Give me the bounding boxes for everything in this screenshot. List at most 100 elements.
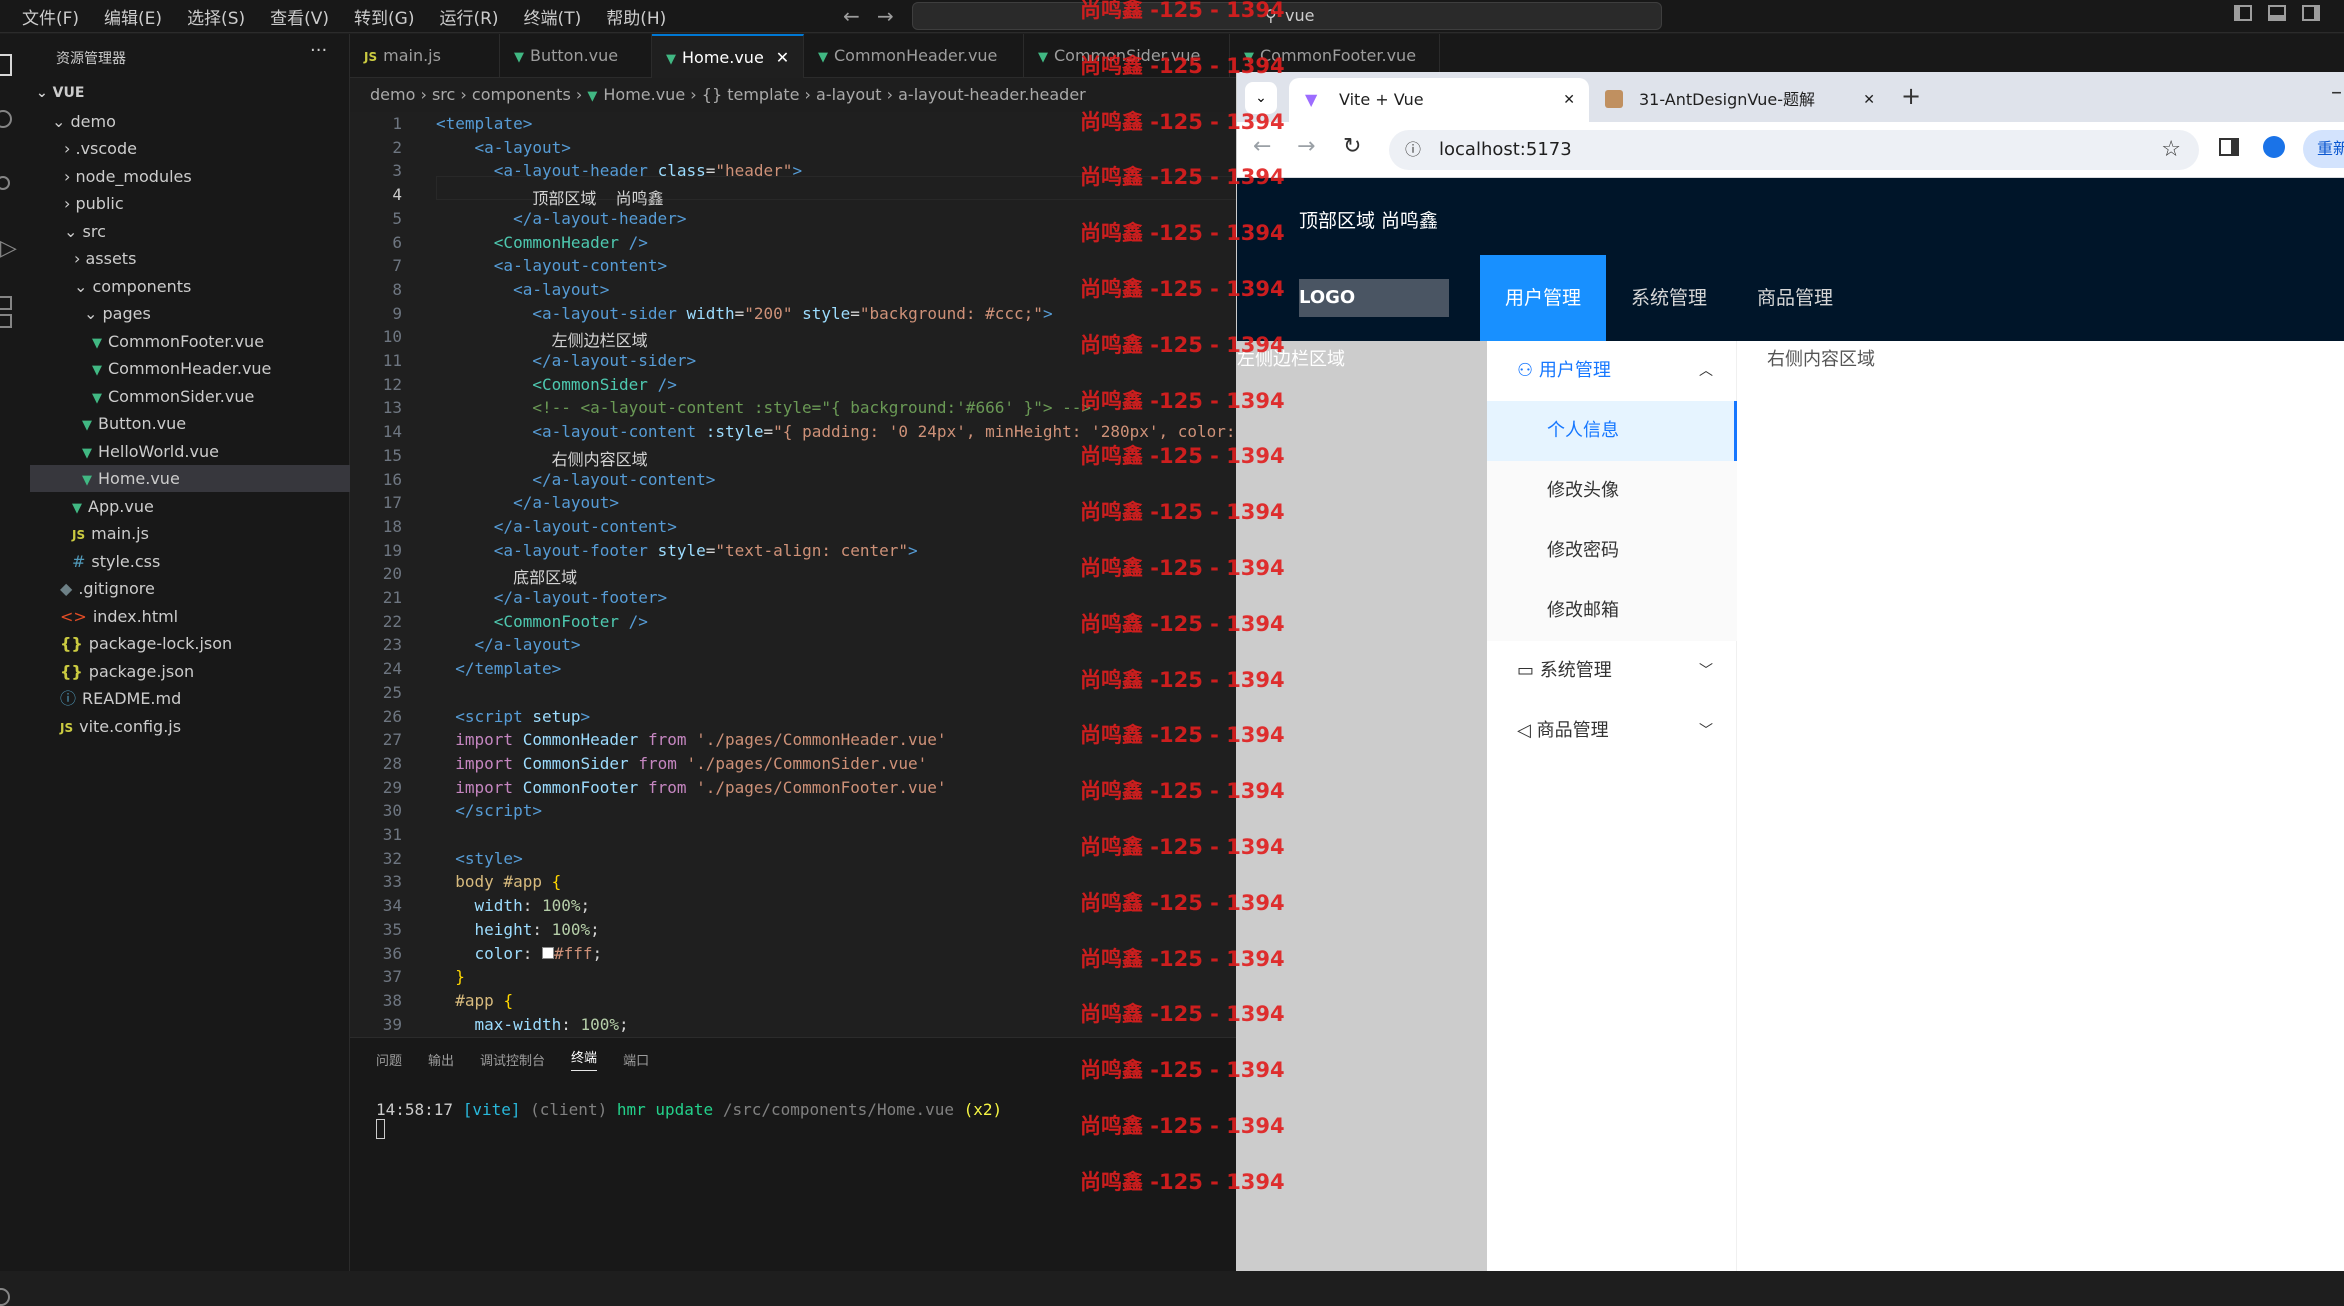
side-panel-icon[interactable]: [2219, 138, 2239, 156]
forward-arrow-icon[interactable]: →: [1297, 134, 1315, 159]
menu-go[interactable]: 转到(G): [354, 4, 414, 29]
explorer-icon[interactable]: [0, 54, 12, 76]
panel-tab-output[interactable]: 输出: [428, 1050, 454, 1069]
tree-item-commonsider[interactable]: ▼ CommonSider.vue: [92, 383, 254, 410]
breadcrumb-item[interactable]: a-layout: [816, 85, 882, 104]
close-icon[interactable]: ✕: [776, 48, 789, 67]
tree-item-vscode[interactable]: › .vscode: [64, 135, 137, 162]
tree-item-mainjs[interactable]: JS main.js: [72, 520, 149, 547]
more-actions-icon[interactable]: ···: [310, 40, 327, 61]
tree-root[interactable]: ⌄ VUE: [36, 80, 84, 107]
toggle-sidebar-icon[interactable]: [2234, 5, 2252, 21]
line-number: 6: [392, 232, 402, 252]
command-center-search[interactable]: ⚲ vue: [912, 2, 1662, 30]
toggle-secondary-sidebar-icon[interactable]: [2302, 5, 2320, 21]
tree-item-home[interactable]: ▼ Home.vue: [30, 465, 350, 492]
run-debug-icon[interactable]: ▷: [0, 236, 17, 261]
tree-item-node-modules[interactable]: › node_modules: [64, 163, 192, 190]
new-tab-icon[interactable]: +: [1901, 82, 1921, 110]
tab-button-vue[interactable]: ▼ Button.vue: [500, 34, 652, 78]
menu-terminal[interactable]: 终端(T): [524, 4, 582, 29]
source-control-icon[interactable]: [0, 176, 10, 190]
tree-item-components[interactable]: ⌄ components: [74, 273, 191, 300]
menu-overflow-icon[interactable]: ⋮: [2337, 286, 2344, 310]
top-menu-system[interactable]: 系统管理: [1606, 255, 1732, 341]
menu-run[interactable]: 运行(R): [439, 4, 498, 29]
extensions-icon-2[interactable]: [0, 314, 12, 328]
side-menu-system[interactable]: ▭ 系统管理 ﹀: [1487, 641, 1737, 701]
back-arrow-icon[interactable]: ←: [843, 4, 860, 28]
menu-edit[interactable]: 编辑(E): [104, 4, 162, 29]
tree-item-style[interactable]: # style.css: [72, 548, 160, 575]
tree-label: CommonHeader.vue: [108, 359, 272, 378]
browser-tab-antd[interactable]: 31-AntDesignVue-题解 ✕: [1589, 78, 1889, 122]
minimize-icon[interactable]: –: [2331, 80, 2342, 105]
tree-item-public[interactable]: › public: [64, 190, 124, 217]
code-line: <style>: [455, 848, 523, 868]
tree-item-button[interactable]: ▼ Button.vue: [82, 410, 186, 437]
menu-help[interactable]: 帮助(H): [606, 4, 666, 29]
menu-view[interactable]: 查看(V): [270, 4, 329, 29]
side-menu-profile[interactable]: 个人信息: [1487, 401, 1737, 461]
tree-item-app[interactable]: ▼ App.vue: [72, 493, 154, 520]
extensions-icon[interactable]: [0, 296, 12, 310]
breadcrumb-item[interactable]: a-layout-header.header: [898, 85, 1086, 104]
line-number: 34: [382, 896, 402, 916]
menu-file[interactable]: 文件(F): [22, 4, 79, 29]
vue-file-icon: ▼: [514, 50, 524, 65]
breadcrumb-item[interactable]: {} template: [702, 85, 800, 104]
tree-item-gitignore[interactable]: ◆ .gitignore: [60, 575, 155, 602]
side-menu-product[interactable]: ◁ 商品管理 ﹀: [1487, 701, 1737, 761]
account-icon[interactable]: [0, 1288, 10, 1306]
url-field[interactable]: ⓘ localhost:5173 ☆: [1389, 130, 2199, 170]
tree-item-src[interactable]: ⌄ src: [64, 218, 106, 245]
tab-main-js[interactable]: JS main.js: [350, 34, 500, 78]
tree-item-assets[interactable]: › assets: [74, 245, 136, 272]
panel-tab-debug-console[interactable]: 调试控制台: [480, 1050, 545, 1069]
search-view-icon[interactable]: [0, 110, 12, 128]
chevron-down-icon: ⌄: [52, 112, 71, 131]
side-menu-avatar[interactable]: 修改头像: [1487, 461, 1737, 521]
panel-tab-ports[interactable]: 端口: [623, 1050, 649, 1069]
menu-selection[interactable]: 选择(S): [187, 4, 245, 29]
top-menu-product[interactable]: 商品管理: [1732, 255, 1858, 341]
breadcrumb-item[interactable]: Home.vue: [603, 85, 685, 104]
forward-arrow-icon[interactable]: →: [877, 4, 894, 28]
bookmark-star-icon[interactable]: ☆: [2161, 130, 2181, 170]
tree-item-commonheader[interactable]: ▼ CommonHeader.vue: [92, 355, 271, 382]
tree-label: node_modules: [75, 167, 192, 186]
tree-item-demo[interactable]: ⌄ demo: [52, 108, 116, 135]
side-menu-user[interactable]: ⚇ 用户管理 ︿: [1487, 341, 1737, 401]
code-line: <a-layout-sider width="200" style="backg…: [532, 303, 1053, 323]
close-icon[interactable]: ✕: [1863, 78, 1875, 122]
tab-commonheader-vue[interactable]: ▼ CommonHeader.vue: [804, 34, 1024, 78]
top-menu-user[interactable]: 用户管理: [1480, 255, 1607, 341]
code-line: <CommonHeader />: [493, 232, 648, 252]
breadcrumb-item[interactable]: src: [432, 85, 455, 104]
watermark-text: 尚鸣鑫 -125 - 1394: [1080, 890, 1285, 915]
tree-item-helloworld[interactable]: ▼ HelloWorld.vue: [82, 438, 219, 465]
breadcrumb-item[interactable]: components: [472, 85, 571, 104]
tree-item-package-lock[interactable]: {} package-lock.json: [60, 630, 232, 657]
reload-icon[interactable]: ↻: [1343, 134, 1361, 159]
breadcrumb-item[interactable]: demo: [370, 85, 415, 104]
panel-tab-terminal[interactable]: 终端: [571, 1047, 598, 1071]
panel-tab-problems[interactable]: 问题: [376, 1050, 402, 1069]
profile-icon[interactable]: [2263, 136, 2285, 158]
code-line: max-width: 100%;: [474, 1014, 629, 1034]
restart-button[interactable]: 重新: [2303, 130, 2344, 168]
tree-item-index[interactable]: <> index.html: [60, 603, 178, 630]
toggle-panel-icon[interactable]: [2268, 5, 2286, 21]
tree-item-readme[interactable]: ⓘ README.md: [60, 685, 181, 712]
tab-home-vue[interactable]: ▼ Home.vue ✕: [652, 34, 804, 78]
tree-item-package[interactable]: {} package.json: [60, 658, 194, 685]
terminal-output[interactable]: 14:58:17 [vite] (client) hmr update /src…: [376, 1100, 1002, 1143]
tree-item-vite-config[interactable]: JS vite.config.js: [60, 713, 181, 740]
browser-tab-vite[interactable]: ▼ Vite + Vue ✕: [1289, 78, 1589, 122]
tree-item-commonfooter[interactable]: ▼ CommonFooter.vue: [92, 328, 264, 355]
tree-item-pages[interactable]: ⌄ pages: [84, 300, 151, 327]
side-menu-email[interactable]: 修改邮箱: [1487, 581, 1737, 641]
side-menu-password[interactable]: 修改密码: [1487, 521, 1737, 581]
back-arrow-icon[interactable]: ←: [1253, 134, 1271, 159]
close-icon[interactable]: ✕: [1563, 78, 1575, 122]
